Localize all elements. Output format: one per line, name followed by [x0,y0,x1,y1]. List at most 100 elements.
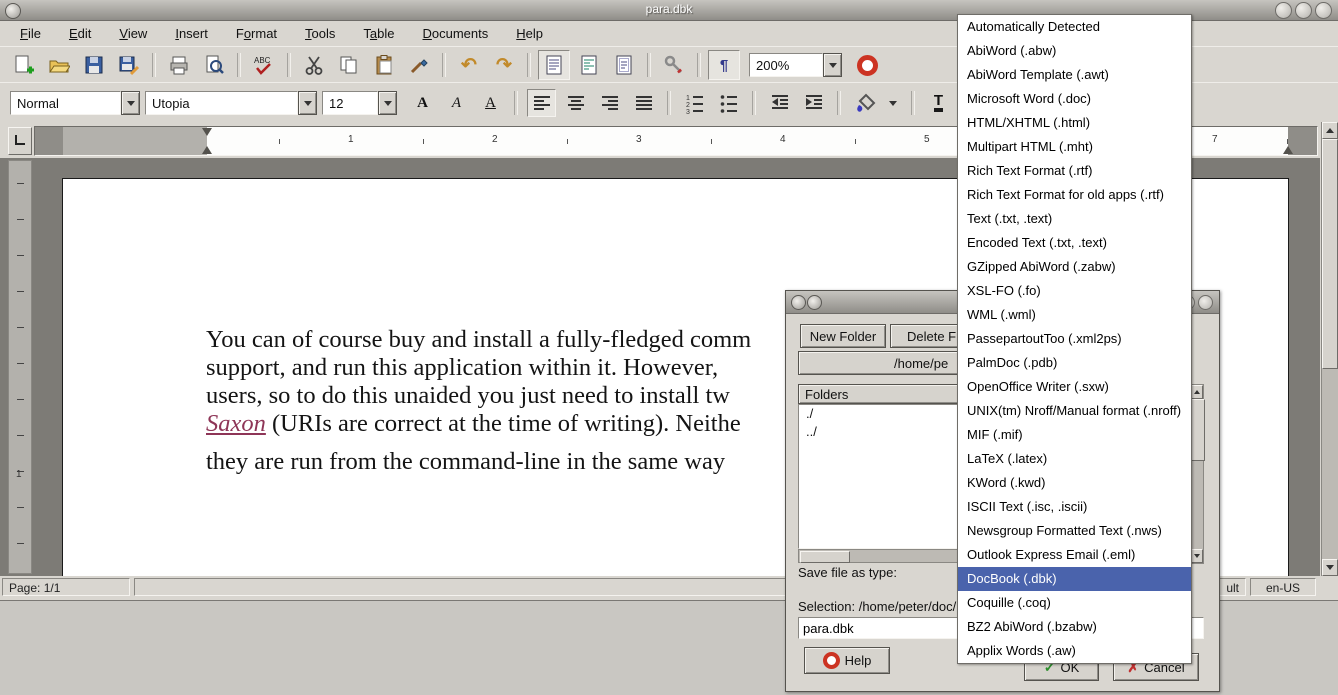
scrollbar-thumb[interactable] [1322,139,1338,369]
save-as-button[interactable] [113,50,145,80]
format-option[interactable]: AbiWord (.abw) [958,39,1191,63]
format-option[interactable]: XSL-FO (.fo) [958,279,1191,303]
format-option[interactable]: GZipped AbiWord (.zabw) [958,255,1191,279]
undo-button[interactable]: ↶ [453,50,485,80]
format-option[interactable]: AbiWord Template (.awt) [958,63,1191,87]
italic-button[interactable]: A [442,89,471,117]
help-icon[interactable] [857,55,878,76]
menu-edit[interactable]: Edit [55,23,105,44]
align-justify-button[interactable] [629,89,658,117]
dialog-icon-2 [807,295,822,310]
format-option[interactable]: MIF (.mif) [958,423,1191,447]
font-size-dropdown-arrow[interactable] [378,91,397,115]
menu-table[interactable]: Table [349,23,408,44]
format-option[interactable]: Applix Words (.aw) [958,639,1191,663]
font-combobox[interactable]: Utopia [145,91,317,115]
maximize-button[interactable] [1295,2,1312,19]
tab-selector-button[interactable] [8,127,32,155]
folders-hscroll-thumb[interactable] [800,551,850,563]
cut-button[interactable] [298,50,330,80]
print-view-button[interactable] [608,50,640,80]
highlight-color-icon [854,92,876,114]
new-document-button[interactable] [8,50,40,80]
menu-format[interactable]: Format [222,23,291,44]
show-formatting-button[interactable]: ¶ [708,50,740,80]
align-center-button[interactable] [561,89,590,117]
zoom-dropdown-arrow[interactable] [823,53,842,77]
format-option[interactable]: UNIX(tm) Nroff/Manual format (.nroff) [958,399,1191,423]
file-format-dropdown[interactable]: Automatically DetectedAbiWord (.abw)AbiW… [957,14,1192,664]
dialog-close-button[interactable] [1198,295,1213,310]
vruler-tick [17,255,24,256]
font-dropdown-arrow[interactable] [298,91,317,115]
paste-button[interactable] [368,50,400,80]
copy-button[interactable] [333,50,365,80]
toolbar-separator [514,91,518,115]
normal-view-button[interactable] [538,50,570,80]
format-option[interactable]: Rich Text Format (.rtf) [958,159,1191,183]
format-option[interactable]: Encoded Text (.txt, .text) [958,231,1191,255]
right-indent-marker[interactable] [1283,146,1293,154]
increase-indent-button[interactable] [799,89,828,117]
format-option[interactable]: Outlook Express Email (.eml) [958,543,1191,567]
open-button[interactable] [43,50,75,80]
zoom-combobox[interactable]: 200% [749,53,842,77]
web-view-button[interactable] [573,50,605,80]
format-option[interactable]: BZ2 AbiWord (.bzabw) [958,615,1191,639]
menu-tools[interactable]: Tools [291,23,349,44]
bullet-list-button[interactable] [714,89,743,117]
format-option[interactable]: WML (.wml) [958,303,1191,327]
format-option[interactable]: PassepartoutToo (.xml2ps) [958,327,1191,351]
format-option[interactable]: KWord (.kwd) [958,471,1191,495]
format-option[interactable]: LaTeX (.latex) [958,447,1191,471]
numbered-list-button[interactable]: 123 [680,89,709,117]
format-option[interactable]: Automatically Detected [958,15,1191,39]
minimize-button[interactable] [1275,2,1292,19]
underline-button[interactable]: A [476,89,505,117]
menu-insert[interactable]: Insert [161,23,222,44]
align-left-button[interactable] [527,89,556,117]
format-option[interactable]: OpenOffice Writer (.sxw) [958,375,1191,399]
format-option[interactable]: Rich Text Format for old apps (.rtf) [958,183,1191,207]
format-option[interactable]: ISCII Text (.isc, .iscii) [958,495,1191,519]
align-right-button[interactable] [595,89,624,117]
decrease-indent-button[interactable] [765,89,794,117]
menu-documents[interactable]: Documents [409,23,503,44]
text-line: You can of course buy and install a full… [206,326,751,354]
files-scroll-thumb[interactable] [1190,399,1205,461]
text-color-button[interactable]: T [924,89,953,117]
highlight-color-button[interactable] [850,89,879,117]
format-option[interactable]: Newsgroup Formatted Text (.nws) [958,519,1191,543]
menu-view[interactable]: View [105,23,161,44]
redo-button[interactable]: ↷ [488,50,520,80]
print-preview-button[interactable] [198,50,230,80]
highlight-color-dropdown[interactable] [884,89,902,117]
help-button[interactable]: Help [804,647,890,674]
menu-file[interactable]: File [6,23,55,44]
format-option[interactable]: Microsoft Word (.doc) [958,87,1191,111]
scroll-down-button[interactable] [1322,559,1338,576]
format-painter-button[interactable] [403,50,435,80]
hyperlink-text[interactable]: Saxon [206,410,266,437]
left-indent-marker[interactable] [202,146,212,154]
format-option[interactable]: PalmDoc (.pdb) [958,351,1191,375]
style-dropdown-arrow[interactable] [121,91,140,115]
style-combobox[interactable]: Normal [10,91,140,115]
format-option[interactable]: HTML/XHTML (.html) [958,111,1191,135]
format-option[interactable]: DocBook (.dbk) [958,567,1191,591]
format-option[interactable]: Text (.txt, .text) [958,207,1191,231]
close-button[interactable] [1315,2,1332,19]
save-button[interactable] [78,50,110,80]
new-folder-button[interactable]: New Folder [800,324,886,348]
menu-help[interactable]: Help [502,23,557,44]
vertical-scrollbar[interactable] [1321,122,1338,576]
scroll-up-button[interactable] [1322,122,1338,139]
bold-button[interactable]: A [408,89,437,117]
first-line-indent-marker[interactable] [202,128,212,136]
spellcheck-button[interactable]: ABC [248,50,280,80]
print-button[interactable] [163,50,195,80]
font-size-combobox[interactable]: 12 [322,91,397,115]
hyperlink-button[interactable] [658,50,690,80]
format-option[interactable]: Multipart HTML (.mht) [958,135,1191,159]
format-option[interactable]: Coquille (.coq) [958,591,1191,615]
